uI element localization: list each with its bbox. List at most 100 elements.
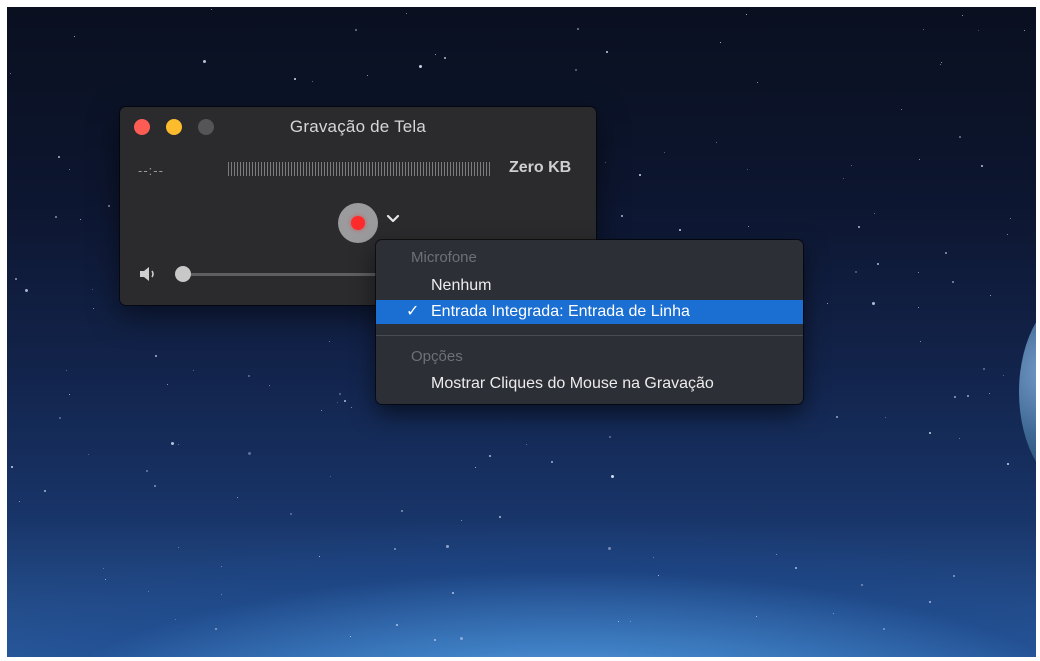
star <box>337 402 339 404</box>
star <box>920 341 922 343</box>
star <box>311 81 313 83</box>
menu-item-builtin-input[interactable]: ✓ Entrada Integrada: Entrada de Linha <box>376 300 803 324</box>
star <box>843 177 845 179</box>
star <box>884 416 886 418</box>
star <box>148 591 150 593</box>
recording-time: --:-- <box>138 163 164 178</box>
star <box>452 591 454 594</box>
star <box>679 229 682 232</box>
star <box>918 307 920 309</box>
star <box>857 225 860 228</box>
options-dropdown-menu: Microfone Nenhum ✓ Entrada Integrada: En… <box>376 240 803 404</box>
star <box>883 627 886 630</box>
star <box>350 406 352 408</box>
star <box>835 415 838 418</box>
star <box>929 432 932 435</box>
star <box>988 393 990 395</box>
star <box>92 307 94 309</box>
window-title: Gravação de Tela <box>289 117 427 136</box>
star <box>57 155 60 158</box>
volume-slider-knob[interactable] <box>175 266 191 282</box>
star <box>44 489 47 492</box>
volume-slider-track[interactable] <box>180 273 390 276</box>
star <box>11 465 14 468</box>
star <box>607 547 611 551</box>
star <box>170 442 174 446</box>
star <box>354 28 357 31</box>
star <box>105 579 107 581</box>
star <box>400 510 403 513</box>
star <box>445 545 449 549</box>
star <box>923 29 925 31</box>
star <box>80 218 82 220</box>
star <box>475 467 477 469</box>
star <box>434 638 437 641</box>
star <box>9 73 11 75</box>
star <box>444 56 447 59</box>
star <box>319 555 321 557</box>
menu-item-none[interactable]: Nenhum <box>376 274 803 298</box>
star <box>978 29 980 31</box>
star <box>638 173 641 176</box>
star <box>220 566 222 568</box>
star <box>929 600 932 603</box>
star <box>653 556 655 558</box>
star <box>919 159 921 161</box>
star <box>108 205 110 208</box>
menu-section-options: Opções <box>411 348 463 365</box>
star <box>248 452 252 456</box>
star <box>59 416 62 419</box>
star <box>917 272 919 274</box>
star <box>577 28 580 31</box>
star <box>747 169 749 171</box>
star <box>525 443 527 445</box>
menu-item-label: Entrada Integrada: Entrada de Linha <box>431 303 690 320</box>
star <box>73 36 75 38</box>
star <box>174 618 176 620</box>
star <box>794 567 797 570</box>
speaker-icon <box>140 267 154 281</box>
star <box>756 82 758 84</box>
star <box>981 165 984 168</box>
planet <box>1019 292 1036 492</box>
star <box>715 142 717 144</box>
record-icon <box>351 216 365 230</box>
menu-section-microphone: Microfone <box>411 249 477 266</box>
audio-level-meter <box>228 162 490 176</box>
star <box>405 12 407 14</box>
star <box>210 9 212 11</box>
star <box>459 636 463 640</box>
star <box>193 369 195 371</box>
star <box>92 288 94 290</box>
star <box>329 476 331 478</box>
menu-item-show-mouse-clicks[interactable]: Mostrar Cliques do Mouse na Gravação <box>376 372 803 396</box>
star <box>605 50 608 53</box>
titlebar[interactable]: Gravação de Tela <box>120 107 596 147</box>
star <box>944 251 947 254</box>
star <box>951 281 954 284</box>
star <box>663 152 665 154</box>
star <box>871 301 875 305</box>
star <box>608 435 611 438</box>
chevron-down-icon[interactable] <box>386 213 400 225</box>
star <box>745 14 747 16</box>
star <box>25 288 29 292</box>
star <box>958 135 961 138</box>
star <box>850 164 852 166</box>
menu-item-label: Mostrar Cliques do Mouse na Gravação <box>431 375 714 392</box>
star <box>620 215 623 218</box>
star <box>167 384 169 386</box>
star <box>338 393 341 396</box>
star <box>498 516 501 519</box>
star <box>146 469 149 472</box>
star <box>958 437 960 439</box>
star <box>953 574 956 577</box>
star <box>776 554 778 556</box>
star <box>102 567 104 569</box>
star <box>237 496 239 498</box>
star <box>155 355 158 358</box>
star <box>488 455 491 458</box>
star <box>939 63 941 65</box>
star <box>69 393 71 395</box>
record-button[interactable] <box>338 203 378 243</box>
